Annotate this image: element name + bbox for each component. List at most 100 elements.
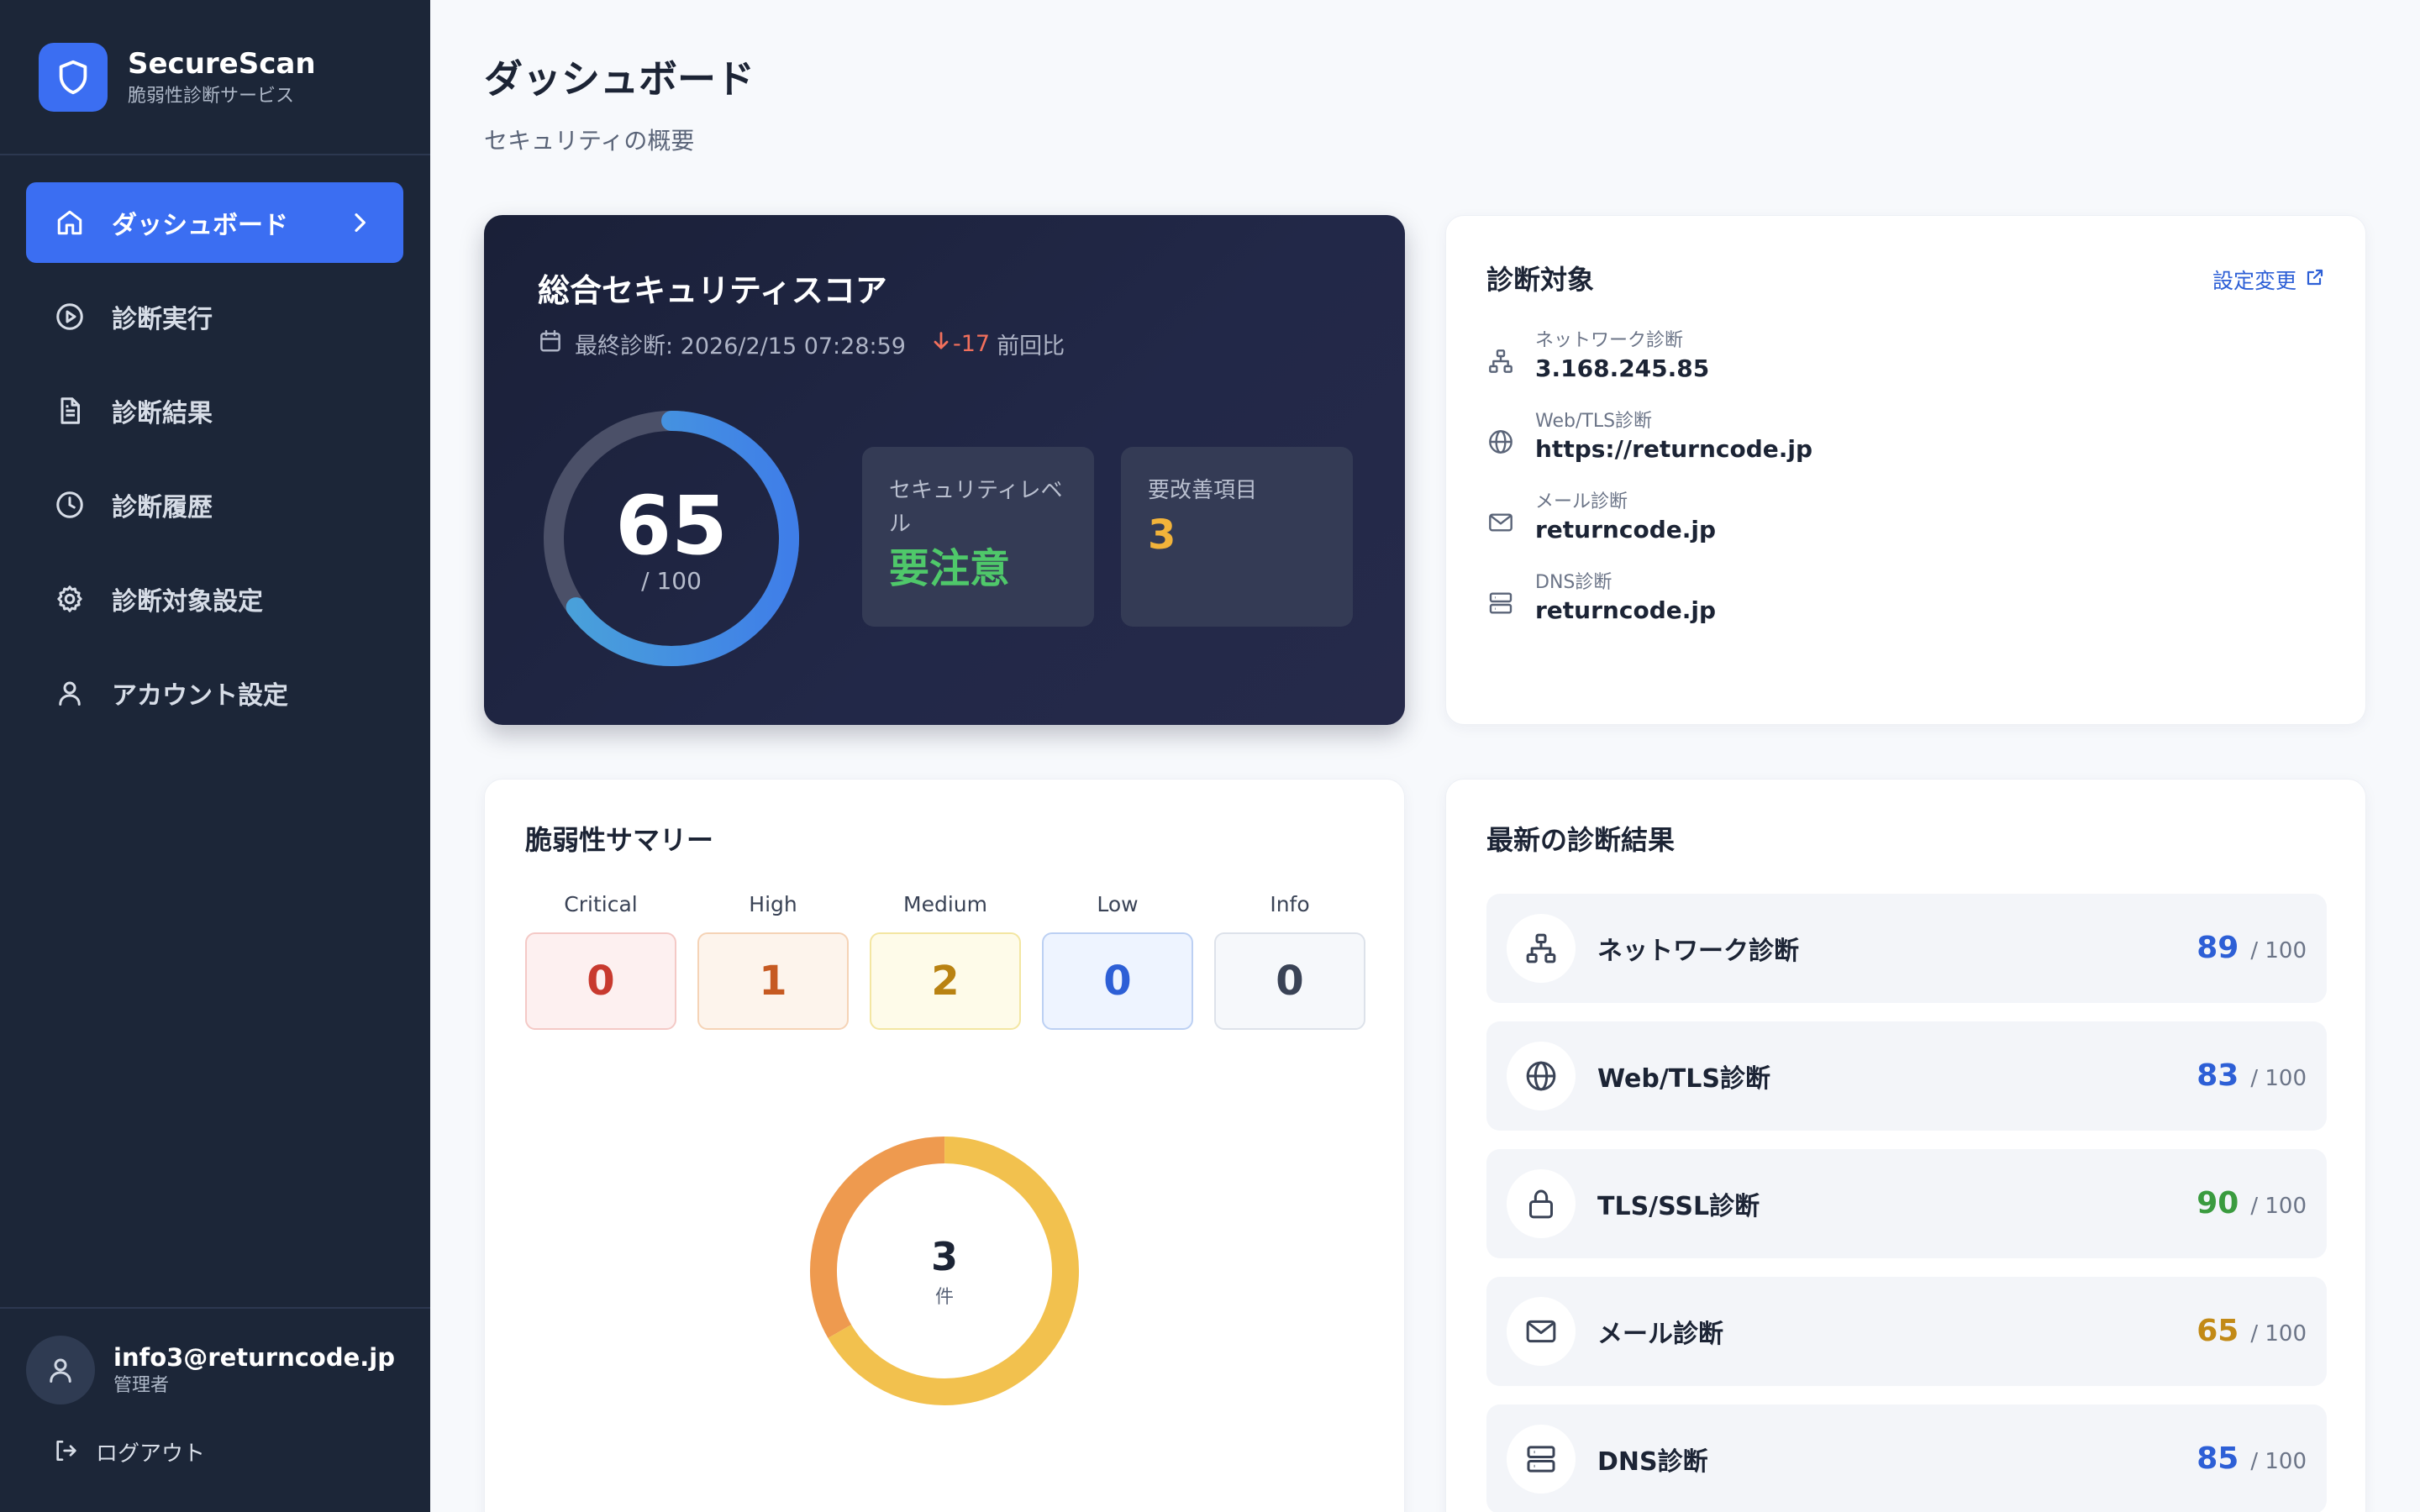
severity-label: Critical bbox=[564, 892, 638, 916]
improvement-items-value: 3 bbox=[1148, 512, 1176, 559]
result-score-value: 89 bbox=[2196, 931, 2239, 965]
scan-targets-card: 診断対象 設定変更 ネットワーク診断 3.168.245.85 Web/TLS診… bbox=[1445, 215, 2366, 725]
result-row-web-tls[interactable]: Web/TLS診断 83 / 100 bbox=[1486, 1021, 2327, 1131]
score-title: 総合セキュリティスコア bbox=[538, 272, 887, 309]
result-score-value: 90 bbox=[2196, 1186, 2239, 1221]
result-score-value: 85 bbox=[2196, 1441, 2239, 1476]
edit-settings-link[interactable]: 設定変更 bbox=[2212, 265, 2325, 295]
user-icon bbox=[53, 676, 87, 710]
page-title: ダッシュボード bbox=[484, 56, 755, 102]
security-level-label: セキュリティレベル bbox=[889, 478, 1063, 537]
scan-targets-list: ネットワーク診断 3.168.245.85 Web/TLS診断 https://… bbox=[1486, 328, 1812, 651]
sidebar-item-target-settings[interactable]: 診断対象設定 bbox=[26, 559, 403, 639]
severity-low[interactable]: Low 0 bbox=[1042, 890, 1193, 1030]
brand-name: SecureScan bbox=[128, 47, 316, 81]
avatar bbox=[26, 1336, 95, 1404]
result-score: 90 / 100 bbox=[2196, 1186, 2307, 1221]
brand[interactable]: SecureScan 脆弱性診断サービス bbox=[39, 43, 316, 112]
vulnerability-summary-title: 脆弱性サマリー bbox=[525, 824, 714, 856]
result-score: 85 / 100 bbox=[2196, 1441, 2307, 1476]
server-icon bbox=[1507, 1425, 1576, 1494]
donut-total: 3 bbox=[930, 1234, 958, 1279]
user-profile[interactable]: info3@returncode.jp 管理者 bbox=[26, 1336, 395, 1404]
latest-results-title: 最新の診断結果 bbox=[1486, 824, 1676, 856]
target-value: returncode.jp bbox=[1535, 596, 1717, 624]
sidebar-item-results[interactable]: 診断結果 bbox=[26, 370, 403, 451]
latest-results-card: 最新の診断結果 ネットワーク診断 89 / 100 Web/TLS診断 83 /… bbox=[1445, 779, 2366, 1512]
home-icon bbox=[53, 206, 87, 239]
chevron-right-icon bbox=[346, 209, 373, 236]
sidebar-nav: ダッシュボード 診断実行 診断結果 診断履歴 診断対象設定 アカウント設定 bbox=[26, 182, 403, 747]
result-row-tls-ssl[interactable]: TLS/SSL診断 90 / 100 bbox=[1486, 1149, 2327, 1258]
security-level-tile: セキュリティレベル 要注意 bbox=[862, 447, 1094, 627]
result-row-dns[interactable]: DNS診断 85 / 100 bbox=[1486, 1404, 2327, 1512]
play-circle-icon bbox=[53, 300, 87, 333]
improvement-items-label: 要改善項目 bbox=[1148, 478, 1258, 503]
target-value: returncode.jp bbox=[1535, 516, 1717, 543]
severity-count: 2 bbox=[870, 932, 1021, 1030]
sidebar-item-account-settings[interactable]: アカウント設定 bbox=[26, 653, 403, 733]
sidebar-item-label: ダッシュボード bbox=[112, 211, 288, 240]
target-label: Web/TLS診断 bbox=[1535, 411, 1653, 432]
security-score-card: 総合セキュリティスコア 最終診断: 2026/2/15 07:28:59 -17… bbox=[484, 215, 1405, 725]
target-mail: メール診断 returncode.jp bbox=[1486, 490, 1812, 570]
server-icon bbox=[1486, 589, 1515, 617]
severity-label: Medium bbox=[903, 892, 987, 916]
result-label: ネットワーク診断 bbox=[1597, 937, 1799, 966]
severity-count: 1 bbox=[697, 932, 849, 1030]
score-value: 65 bbox=[615, 479, 728, 573]
severity-high[interactable]: High 1 bbox=[697, 890, 849, 1030]
score-meta: 最終診断: 2026/2/15 07:28:59 -17 前回比 bbox=[538, 328, 1065, 360]
result-score-max: / 100 bbox=[2250, 1449, 2307, 1474]
result-label: Web/TLS診断 bbox=[1597, 1064, 1770, 1094]
improvement-items-tile: 要改善項目 3 bbox=[1121, 447, 1353, 627]
result-label: DNS診断 bbox=[1597, 1447, 1708, 1477]
user-role: 管理者 bbox=[113, 1375, 170, 1396]
sidebar-item-dashboard[interactable]: ダッシュボード bbox=[26, 182, 403, 263]
result-score: 83 / 100 bbox=[2196, 1058, 2307, 1093]
score-delta-suffix: 前回比 bbox=[997, 333, 1065, 360]
globe-icon bbox=[1507, 1042, 1576, 1110]
network-icon bbox=[1507, 914, 1576, 983]
shield-logo-icon bbox=[39, 43, 108, 112]
sidebar-divider bbox=[0, 1307, 430, 1309]
external-link-icon bbox=[2305, 267, 2325, 292]
network-icon bbox=[1486, 347, 1515, 375]
target-label: ネットワーク診断 bbox=[1535, 330, 1684, 351]
result-row-mail[interactable]: メール診断 65 / 100 bbox=[1486, 1277, 2327, 1386]
mail-icon bbox=[1507, 1297, 1576, 1366]
sidebar-item-run-scan[interactable]: 診断実行 bbox=[26, 276, 403, 357]
mail-icon bbox=[1486, 508, 1515, 537]
sidebar-item-label: 診断対象設定 bbox=[112, 587, 263, 617]
sidebar-item-label: 診断実行 bbox=[112, 305, 213, 334]
score-max: / 100 bbox=[641, 567, 702, 595]
result-score-max: / 100 bbox=[2250, 1066, 2307, 1091]
severity-critical[interactable]: Critical 0 bbox=[525, 890, 676, 1030]
result-score-max: / 100 bbox=[2250, 1321, 2307, 1347]
logout-button[interactable]: ログアウト bbox=[52, 1436, 205, 1467]
severity-count: 0 bbox=[1042, 932, 1193, 1030]
calendar-icon bbox=[538, 328, 563, 360]
sidebar-item-label: アカウント設定 bbox=[112, 681, 288, 711]
user-email: info3@returncode.jp bbox=[113, 1343, 395, 1372]
score-delta: -17 前回比 bbox=[929, 328, 1065, 360]
gear-icon bbox=[53, 582, 87, 616]
result-score-value: 65 bbox=[2196, 1314, 2239, 1348]
sidebar-item-history[interactable]: 診断履歴 bbox=[26, 465, 403, 545]
sidebar-item-label: 診断履歴 bbox=[112, 493, 213, 522]
severity-info[interactable]: Info 0 bbox=[1214, 890, 1365, 1030]
severity-medium[interactable]: Medium 2 bbox=[870, 890, 1021, 1030]
result-label: メール診断 bbox=[1597, 1320, 1723, 1349]
result-score-max: / 100 bbox=[2250, 938, 2307, 963]
result-row-network[interactable]: ネットワーク診断 89 / 100 bbox=[1486, 894, 2327, 1003]
brand-subtitle: 脆弱性診断サービス bbox=[128, 86, 295, 107]
result-score: 89 / 100 bbox=[2196, 931, 2307, 965]
document-icon bbox=[53, 394, 87, 428]
severity-label: Low bbox=[1097, 892, 1139, 916]
sidebar-item-label: 診断結果 bbox=[112, 399, 213, 428]
target-label: DNS診断 bbox=[1535, 572, 1612, 593]
target-label: メール診断 bbox=[1535, 491, 1628, 512]
globe-icon bbox=[1486, 428, 1515, 456]
clock-icon bbox=[53, 488, 87, 522]
logout-icon bbox=[52, 1437, 79, 1467]
